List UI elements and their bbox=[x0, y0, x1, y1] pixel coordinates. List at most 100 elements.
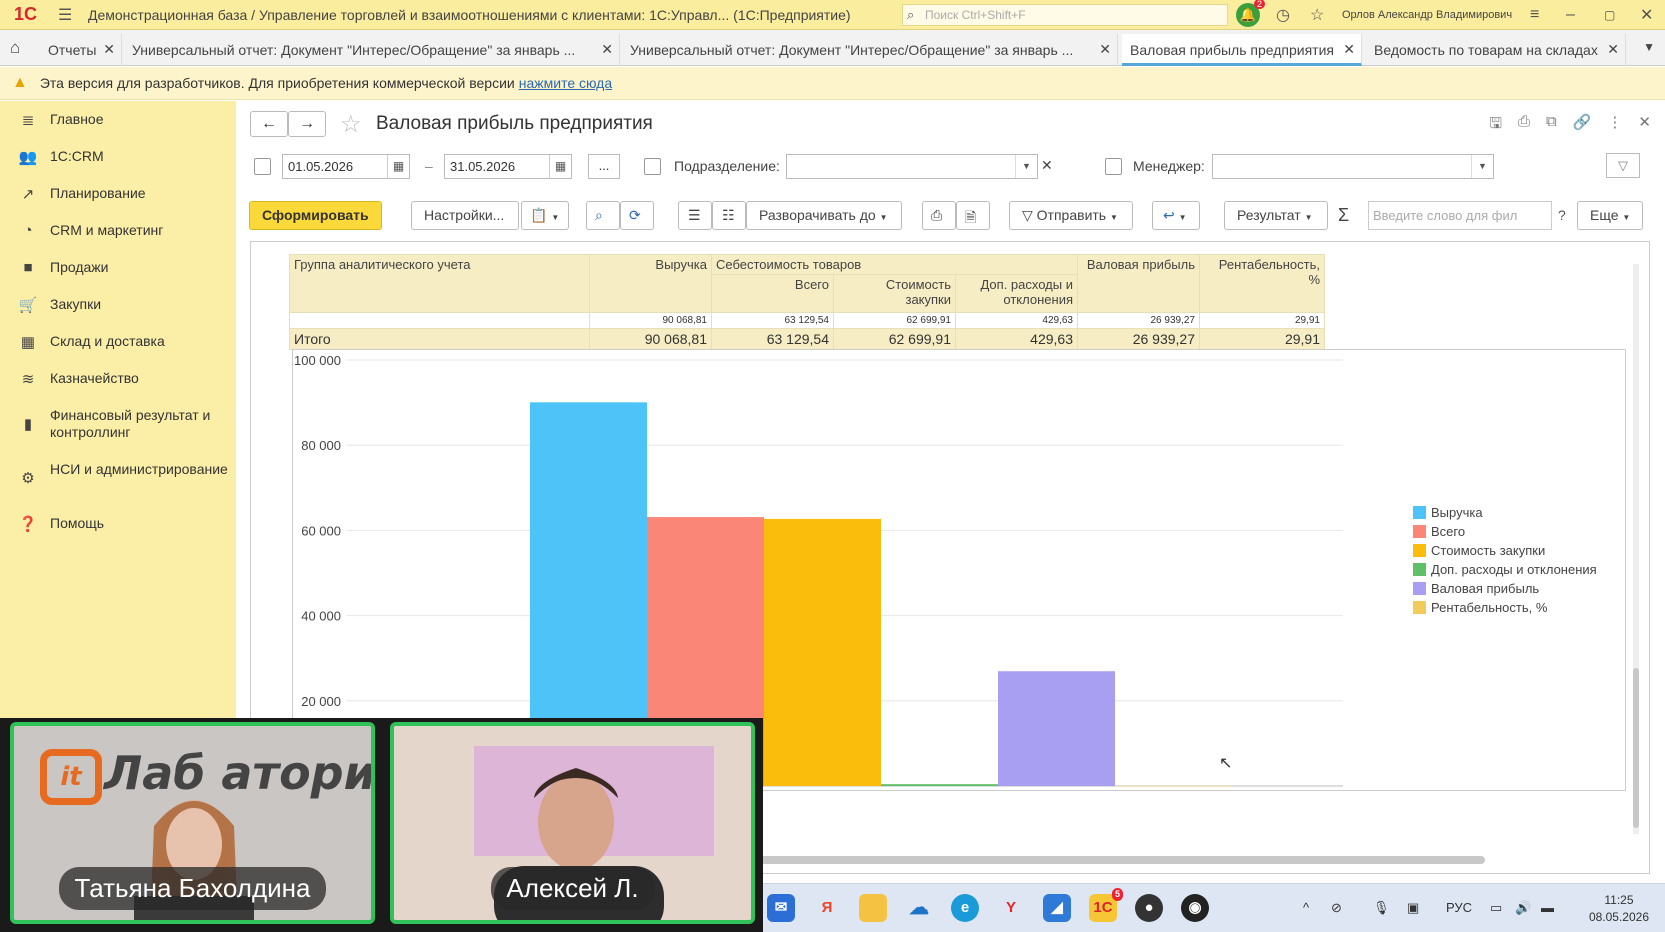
calendar-icon[interactable]: ▦ bbox=[549, 155, 571, 178]
vertical-scrollbar[interactable] bbox=[1631, 248, 1641, 848]
sidebar-item-planning[interactable]: ↗ Планирование bbox=[18, 185, 230, 203]
1c-taskbar-icon[interactable]: 1С 5 bbox=[1089, 888, 1123, 922]
subdivision-checkbox[interactable] bbox=[644, 158, 661, 175]
manager-field[interactable]: ▼ bbox=[1212, 154, 1494, 179]
date-to-input[interactable]: 31.05.2026 ▦ bbox=[444, 154, 572, 179]
language-indicator[interactable]: РУС bbox=[1446, 900, 1472, 915]
back-button[interactable]: ← bbox=[250, 111, 288, 137]
monitor-icon[interactable]: ▭ bbox=[1490, 900, 1502, 916]
expand-all-button[interactable]: ☰ bbox=[678, 201, 712, 230]
close-tab-icon[interactable]: ✕ bbox=[1099, 41, 1111, 58]
notifications-button[interactable]: 🔔 2 bbox=[1236, 0, 1265, 30]
chevron-down-icon[interactable]: ▼ bbox=[1471, 155, 1493, 178]
link-icon[interactable]: 🔗 bbox=[1573, 113, 1592, 138]
history-icon[interactable]: ◷ bbox=[1276, 5, 1290, 25]
period-checkbox[interactable] bbox=[254, 158, 271, 175]
menu-icon[interactable]: ☰ bbox=[58, 5, 74, 25]
generate-button[interactable]: Сформировать bbox=[249, 201, 382, 230]
yandex-icon[interactable]: Я bbox=[813, 894, 841, 922]
close-tab-icon[interactable]: ✕ bbox=[1343, 41, 1355, 58]
preview-icon[interactable]: ⧉ bbox=[1546, 113, 1557, 138]
clear-icon[interactable]: ✕ bbox=[1041, 157, 1053, 174]
favorites-icon[interactable]: ☆ bbox=[1310, 5, 1324, 25]
close-form-icon[interactable]: ✕ bbox=[1638, 113, 1651, 138]
sidebar-item-main[interactable]: ≣ Главное bbox=[18, 111, 230, 129]
app2-icon[interactable]: ● bbox=[1135, 894, 1163, 922]
chat-icon[interactable]: ◉ bbox=[1181, 894, 1209, 922]
collapse-all-button[interactable]: ☷ bbox=[712, 201, 746, 230]
chevron-down-icon[interactable]: ▼ bbox=[1015, 155, 1037, 178]
expand-to-button[interactable]: Разворачивать до ▼ bbox=[746, 201, 902, 230]
send-button[interactable]: ▽ Отправить ▼ bbox=[1009, 201, 1133, 230]
close-tab-icon[interactable]: ✕ bbox=[103, 41, 115, 58]
settings-icon[interactable]: ≡ bbox=[1530, 6, 1539, 24]
more-vertical-icon[interactable]: ⋮ bbox=[1607, 113, 1622, 138]
edge-icon[interactable]: e bbox=[951, 894, 979, 922]
sidebar-item-crm-marketing[interactable]: ◔ CRM и маркетинг bbox=[18, 222, 230, 239]
more-button[interactable]: Еще ▼ bbox=[1577, 201, 1643, 230]
search-button[interactable]: ⌕ bbox=[586, 201, 620, 230]
tab-gross-profit[interactable]: Валовая прибыль предприятия ✕ bbox=[1122, 34, 1362, 66]
system-clock[interactable]: 11:25 08.05.2026 bbox=[1589, 892, 1649, 926]
participant-tile-2[interactable]: Алексей Л. bbox=[390, 722, 755, 924]
close-tab-icon[interactable]: ✕ bbox=[1607, 41, 1619, 58]
global-search-input[interactable]: ⌕ Поиск Ctrl+Shift+F bbox=[902, 4, 1228, 26]
battery-icon[interactable]: ▬ bbox=[1541, 900, 1554, 915]
filter-icon[interactable]: ▽ bbox=[1606, 153, 1640, 178]
forward-button[interactable]: → bbox=[288, 111, 326, 137]
search-next-button[interactable]: ⟳ bbox=[620, 201, 654, 230]
total-row[interactable]: Итого 90 068,81 63 129,54 62 699,91 429,… bbox=[289, 328, 1325, 350]
settings-button[interactable]: Настройки... bbox=[411, 201, 519, 230]
1c-logo[interactable]: 1С bbox=[14, 4, 50, 25]
minimize-icon[interactable]: – bbox=[1566, 6, 1575, 24]
chevron-up-icon[interactable]: ^ bbox=[1303, 900, 1309, 915]
sidebar-item-help[interactable]: ❓ Помощь bbox=[18, 515, 230, 533]
sidebar-item-sales[interactable]: ■ Продажи bbox=[18, 259, 230, 276]
print-preview-button[interactable]: 🗎 bbox=[956, 201, 990, 230]
sidebar-item-purchases[interactable]: 🛒 Закупки bbox=[18, 296, 230, 314]
sidebar-item-finance[interactable]: ▮ Финансовый результат и контроллинг bbox=[18, 407, 230, 441]
favorite-star-icon[interactable]: ☆ bbox=[340, 110, 362, 139]
variants-button[interactable]: 📋 ▼ bbox=[521, 201, 569, 230]
horizontal-scrollbar[interactable] bbox=[760, 856, 1630, 864]
chevron-down-icon[interactable]: ▼ bbox=[1643, 40, 1655, 54]
period-select-button[interactable]: ... bbox=[588, 154, 620, 179]
tray-app-icon[interactable]: ▣ bbox=[1407, 900, 1419, 916]
tab-warehouse-statement[interactable]: Ведомость по товарам на складах ✕ bbox=[1366, 34, 1626, 66]
volume-icon[interactable]: 🔊 bbox=[1515, 900, 1531, 916]
user-name[interactable]: Орлов Александр Владимирович bbox=[1342, 9, 1512, 21]
sidebar-item-treasury[interactable]: ≋ Казначейство bbox=[18, 370, 230, 388]
yandex-browser-icon[interactable]: Y bbox=[997, 894, 1025, 922]
tab-reports[interactable]: Отчеты ✕ bbox=[40, 34, 122, 66]
network-off-icon[interactable]: ⊘ bbox=[1331, 900, 1342, 916]
app-icon[interactable]: ◢ bbox=[1043, 894, 1071, 922]
undo-button[interactable]: ↩ ▼ bbox=[1152, 201, 1200, 230]
sum-icon[interactable]: Σ bbox=[1338, 205, 1349, 226]
print-button[interactable]: ⎙ bbox=[922, 201, 956, 230]
date-from-input[interactable]: 01.05.2026 ▦ bbox=[282, 154, 410, 179]
help-icon[interactable]: ? bbox=[1558, 207, 1566, 223]
home-icon[interactable]: ⌂ bbox=[10, 38, 20, 58]
onedrive-icon[interactable]: ☁ bbox=[905, 894, 933, 922]
sidebar-item-crm[interactable]: 👥 1С:CRM bbox=[18, 148, 230, 166]
filter-input[interactable]: Введите слово для фил bbox=[1368, 201, 1552, 230]
close-icon[interactable]: ✕ bbox=[1640, 5, 1653, 25]
sidebar-item-warehouse[interactable]: ▦ Склад и доставка bbox=[18, 333, 230, 351]
tab-universal-report-1[interactable]: Универсальный отчет: Документ "Интерес/О… bbox=[124, 34, 620, 66]
calendar-icon[interactable]: ▦ bbox=[387, 155, 409, 178]
purchase-link[interactable]: нажмите сюда bbox=[519, 75, 612, 91]
print-icon[interactable]: ⎙ bbox=[1518, 113, 1530, 138]
windows-taskbar: ✉ Я ☁ e Y ◢ 1С 5 ● ◉ ^ ⊘ 🎙 ▣ РУС ▭ 🔊 ▬ 11… bbox=[763, 883, 1665, 932]
participant-tile-1[interactable]: itЛаб атория Татьяна Бахолдина bbox=[10, 722, 375, 924]
subdivision-field[interactable]: ▼ bbox=[786, 154, 1038, 179]
maximize-icon[interactable]: ▢ bbox=[1604, 8, 1615, 22]
result-button[interactable]: Результат ▼ bbox=[1224, 201, 1328, 230]
manager-checkbox[interactable] bbox=[1105, 158, 1122, 175]
sidebar-item-admin[interactable]: ⚙ НСИ и администрирование bbox=[18, 461, 230, 487]
save-icon[interactable]: 🖫 bbox=[1489, 113, 1502, 138]
close-tab-icon[interactable]: ✕ bbox=[601, 41, 613, 58]
outlook-icon[interactable]: ✉ bbox=[767, 894, 795, 922]
tab-universal-report-2[interactable]: Универсальный отчет: Документ "Интерес/О… bbox=[622, 34, 1118, 66]
folder-icon[interactable] bbox=[859, 894, 887, 922]
microphone-icon[interactable]: 🎙 bbox=[1373, 900, 1390, 916]
